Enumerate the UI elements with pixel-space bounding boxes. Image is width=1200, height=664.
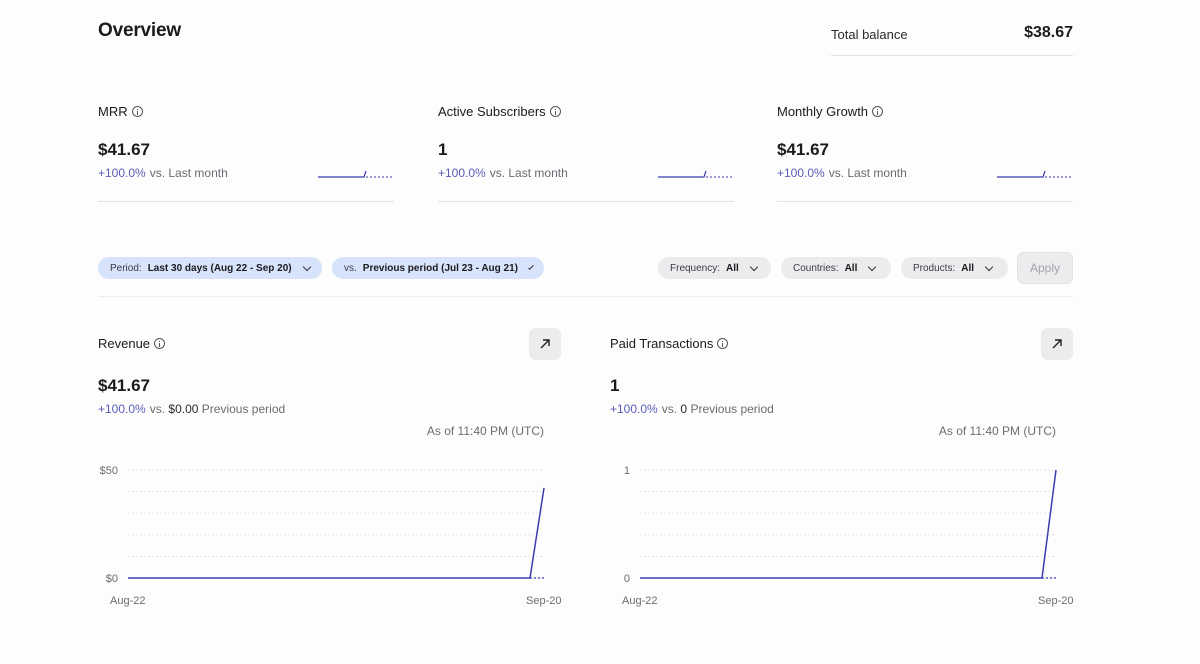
chevron-down-icon <box>749 262 759 271</box>
info-icon[interactable] <box>154 338 166 349</box>
total-balance-value: $38.67 <box>1024 24 1073 41</box>
y-tick-label: 1 <box>624 465 630 477</box>
chevron-down-icon <box>528 263 534 270</box>
expand-button[interactable] <box>1041 328 1073 360</box>
comparison-filter-value: Previous period (Jul 23 - Aug 21) <box>362 262 519 274</box>
as-of-timestamp: As of 11:40 PM (UTC) <box>426 424 544 438</box>
panel-vs-text: vs. <box>661 402 678 416</box>
total-balance: Total balance $38.67 <box>831 20 1073 56</box>
period-filter-value: Last 30 days (Aug 22 - Sep 20) <box>147 262 292 274</box>
frequency-filter-value: All <box>726 262 739 274</box>
metric-change: +100.0% vs. Last month <box>777 166 907 180</box>
period-filter[interactable]: Period: Last 30 days (Aug 22 - Sep 20) <box>98 257 322 279</box>
filter-bar: Period: Last 30 days (Aug 22 - Sep 20) v… <box>98 252 1073 297</box>
comparison-filter[interactable]: vs. Previous period (Jul 23 - Aug 21) <box>332 257 544 279</box>
x-tick-label: Aug-22 <box>110 595 145 607</box>
metric-value: $41.67 <box>98 140 150 159</box>
paid-transactions-panel: Paid Transactions 1 +100.0% vs. 0 Previou… <box>610 328 1073 618</box>
series-line <box>640 469 1057 579</box>
paid-transactions-chart: 1 0 Aug-22 Sep-20 <box>622 465 1073 607</box>
metric-label: MRR <box>98 104 128 119</box>
sparkline-series <box>658 170 707 178</box>
panel-label: Revenue <box>98 336 151 351</box>
comparison-filter-key: vs. <box>344 262 357 274</box>
info-icon[interactable] <box>549 106 561 117</box>
panel-change: +100.0% vs. 0 Previous period <box>610 402 774 416</box>
metric-change-percent: +100.0% <box>438 166 486 180</box>
metric-compare-text: vs. Last month <box>489 166 568 180</box>
expand-button[interactable] <box>529 328 561 360</box>
panel-change-percent: +100.0% <box>610 402 658 416</box>
page-title: Overview <box>98 20 181 41</box>
sparkline <box>658 170 734 178</box>
countries-filter-key: Countries: <box>793 262 839 274</box>
total-balance-label: Total balance <box>831 27 908 42</box>
y-tick-label: 0 <box>624 573 630 585</box>
panel-ref-label: Previous period <box>690 402 774 416</box>
chevron-down-icon <box>302 262 311 271</box>
sparkline <box>997 170 1073 178</box>
products-filter-value: All <box>961 262 975 274</box>
metric-value: 1 <box>438 140 448 159</box>
metric-change: +100.0% vs. Last month <box>98 166 228 180</box>
y-tick-label: $50 <box>100 465 118 477</box>
metric-change-percent: +100.0% <box>98 166 146 180</box>
panel-ref-value: 0 <box>680 402 688 416</box>
products-filter-key: Products: <box>913 262 956 274</box>
metric-card-monthly-growth: Monthly Growth $41.67 +100.0% vs. Last mo… <box>777 104 1073 202</box>
panel-change-percent: +100.0% <box>98 402 146 416</box>
metric-change-percent: +100.0% <box>777 166 825 180</box>
countries-filter-value: All <box>844 262 858 274</box>
metric-change: +100.0% vs. Last month <box>438 166 568 180</box>
metric-value: $41.67 <box>777 140 829 159</box>
frequency-filter[interactable]: Frequency: All <box>658 257 771 279</box>
panel-vs-text: vs. <box>149 402 166 416</box>
frequency-filter-key: Frequency: <box>670 262 721 274</box>
info-icon[interactable] <box>717 338 729 349</box>
panel-change: +100.0% vs. $0.00 Previous period <box>98 402 285 416</box>
info-icon[interactable] <box>872 106 884 117</box>
x-tick-label: Aug-22 <box>622 595 657 607</box>
arrow-up-right-icon <box>1052 339 1062 349</box>
panel-value: 1 <box>610 376 620 395</box>
metric-card-mrr: MRR $41.67 +100.0% vs. Last month <box>98 104 394 202</box>
x-tick-label: Sep-20 <box>1038 595 1073 607</box>
panel-label: Paid Transactions <box>610 336 714 351</box>
sparkline-series <box>318 170 367 178</box>
info-icon[interactable] <box>131 106 143 117</box>
metric-compare-text: vs. Last month <box>149 166 228 180</box>
metric-label: Monthly Growth <box>777 104 869 119</box>
panel-value: $41.67 <box>98 376 150 395</box>
series-line <box>128 487 545 579</box>
panel-ref-label: Previous period <box>201 402 286 416</box>
metric-card-active-subscribers: Active Subscribers 1 +100.0% vs. Last mon… <box>438 104 734 202</box>
panel-ref-value: $0.00 <box>168 402 199 416</box>
products-filter[interactable]: Products: All <box>901 257 1008 279</box>
chevron-down-icon <box>868 262 877 271</box>
sparkline-series <box>997 170 1046 178</box>
revenue-chart: $50 $0 Aug-22 Sep-20 <box>100 465 561 607</box>
metric-label: Active Subscribers <box>438 104 546 119</box>
x-tick-label: Sep-20 <box>526 595 561 607</box>
y-tick-label: $0 <box>106 573 118 585</box>
as-of-timestamp: As of 11:40 PM (UTC) <box>938 424 1056 438</box>
revenue-panel: Revenue $41.67 +100.0% vs. $0.00 Previous… <box>98 328 561 618</box>
metric-compare-text: vs. Last month <box>828 166 907 180</box>
period-filter-key: Period: <box>110 262 142 274</box>
apply-button[interactable]: Apply <box>1017 252 1073 284</box>
countries-filter[interactable]: Countries: All <box>781 257 891 279</box>
sparkline <box>318 170 394 178</box>
arrow-up-right-icon <box>540 339 550 349</box>
chevron-down-icon <box>984 262 994 271</box>
